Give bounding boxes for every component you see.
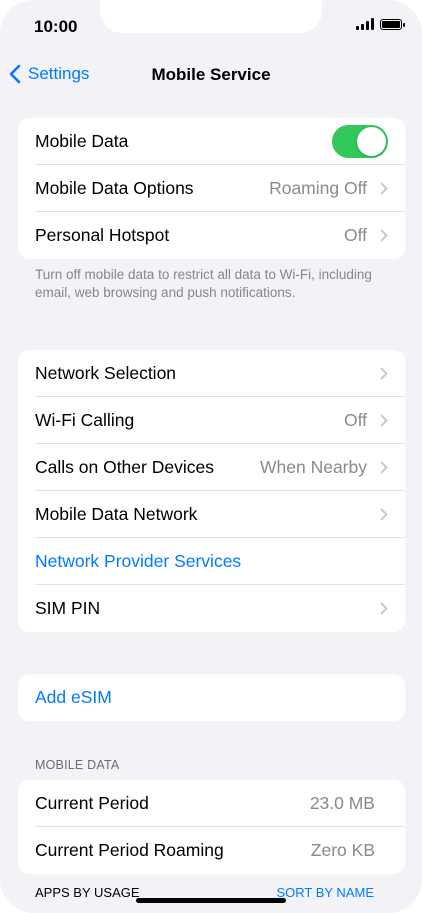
chevron-right-icon	[380, 367, 388, 380]
current-period-label: Current Period	[35, 793, 149, 813]
add-esim-link[interactable]: Add eSIM	[35, 687, 112, 708]
mobile-data-network-row[interactable]: Mobile Data Network	[18, 491, 405, 538]
chevron-right-icon	[380, 229, 388, 242]
chevron-right-icon	[380, 508, 388, 521]
notch	[100, 0, 322, 33]
network-selection-label: Network Selection	[35, 363, 177, 383]
mobile-data-footnote: Turn off mobile data to restrict all dat…	[35, 267, 372, 300]
wifi-calling-value: Off	[343, 410, 367, 430]
wifi-calling-label: Wi-Fi Calling	[35, 410, 135, 430]
personal-hotspot-row[interactable]: Personal Hotspot Off	[18, 212, 405, 259]
signal-icon	[356, 18, 374, 30]
apps-by-usage-header: APPS BY USAGE	[35, 885, 140, 900]
calls-other-devices-row[interactable]: Calls on Other Devices When Nearby	[18, 444, 405, 491]
navigation-bar: Settings Mobile Service	[0, 58, 422, 94]
usage-group: Current Period 23.0 MB Current Period Ro…	[18, 780, 405, 874]
chevron-right-icon	[380, 414, 388, 427]
chevron-right-icon	[380, 461, 388, 474]
status-time: 10:00	[34, 17, 78, 36]
calls-other-devices-label: Calls on Other Devices	[35, 457, 214, 477]
network-selection-row[interactable]: Network Selection	[18, 350, 405, 397]
personal-hotspot-value: Off	[343, 225, 367, 245]
status-icons	[356, 18, 405, 30]
mobile-data-label: Mobile Data	[35, 131, 129, 151]
network-group: Network Selection Wi-Fi Calling Off Call…	[18, 350, 405, 632]
current-period-roaming-label: Current Period Roaming	[35, 840, 224, 860]
mobile-data-row: Mobile Data	[18, 118, 405, 165]
mobile-data-network-label: Mobile Data Network	[35, 504, 198, 524]
network-provider-services-link[interactable]: Network Provider Services	[35, 551, 241, 572]
mobile-data-toggle[interactable]	[332, 125, 388, 158]
mobile-data-group: Mobile Data Mobile Data Options Roaming …	[18, 118, 405, 259]
page-title: Mobile Service	[151, 65, 271, 84]
mobile-data-section-header: MOBILE DATA	[35, 758, 120, 772]
current-period-roaming-value: Zero KB	[310, 840, 375, 860]
sim-pin-label: SIM PIN	[35, 598, 101, 618]
current-period-row: Current Period 23.0 MB	[18, 780, 405, 827]
mobile-data-options-value: Roaming Off	[269, 178, 367, 198]
esim-group: Add eSIM	[18, 674, 405, 721]
mobile-data-options-label: Mobile Data Options	[35, 178, 194, 198]
current-period-value: 23.0 MB	[309, 793, 375, 813]
phone-screen: 10:00 Settings Mobile Service Mobile Dat…	[0, 0, 422, 913]
wifi-calling-row[interactable]: Wi-Fi Calling Off	[18, 397, 405, 444]
mobile-data-options-row[interactable]: Mobile Data Options Roaming Off	[18, 165, 405, 212]
calls-other-devices-value: When Nearby	[260, 457, 367, 477]
chevron-right-icon	[380, 602, 388, 615]
network-provider-services-row[interactable]: Network Provider Services	[18, 538, 405, 585]
personal-hotspot-label: Personal Hotspot	[35, 225, 170, 245]
add-esim-row[interactable]: Add eSIM	[18, 674, 405, 721]
home-indicator[interactable]	[136, 898, 286, 903]
sort-by-name-button[interactable]: SORT BY NAME	[276, 885, 374, 900]
current-period-roaming-row: Current Period Roaming Zero KB	[18, 827, 405, 874]
battery-icon	[380, 18, 405, 30]
chevron-right-icon	[380, 182, 388, 195]
sim-pin-row[interactable]: SIM PIN	[18, 585, 405, 632]
